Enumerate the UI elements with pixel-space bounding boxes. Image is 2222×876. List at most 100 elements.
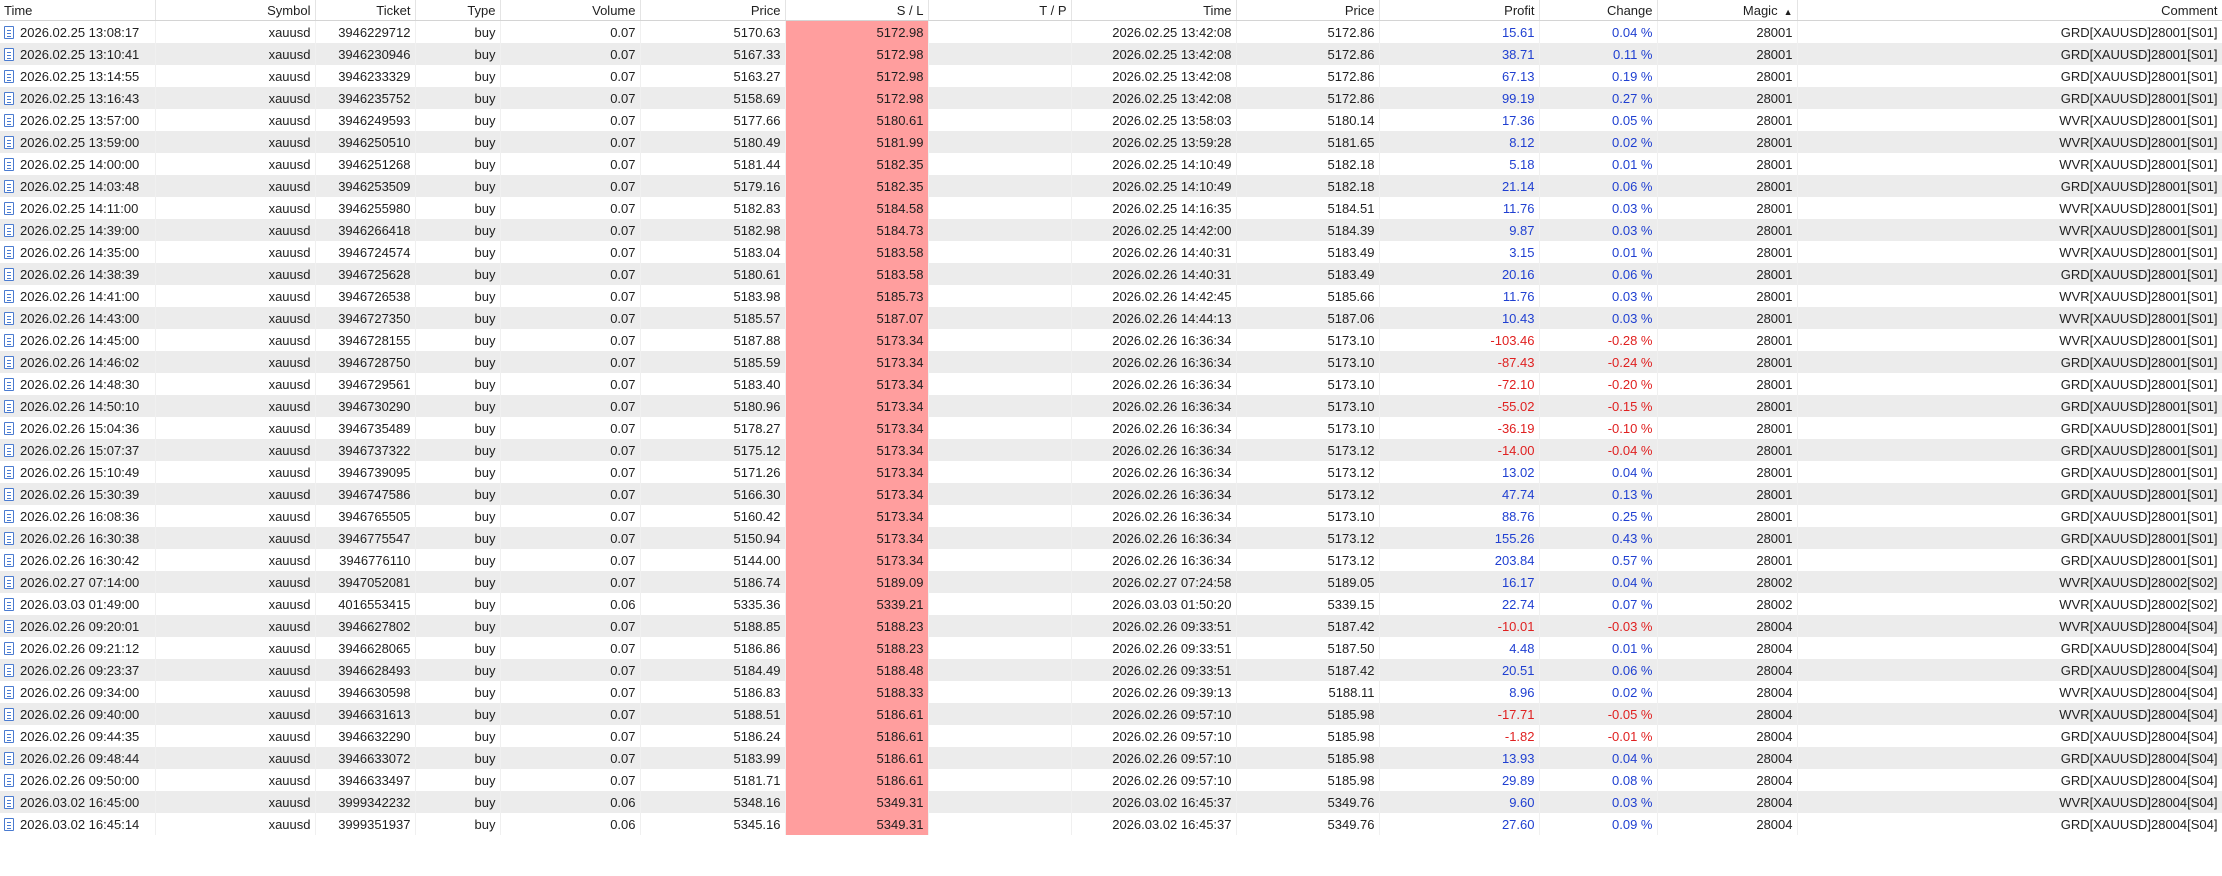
cell-symbol: xauusd	[155, 219, 316, 241]
table-row[interactable]: 2026.02.26 15:10:49 xauusd 3946739095 buy 0.…	[0, 461, 2222, 483]
table-row[interactable]: 2026.02.26 09:48:44 xauusd 3946633072 buy 0.…	[0, 747, 2222, 769]
cell-profit: -72.10	[1379, 373, 1540, 395]
cell-symbol: xauusd	[155, 527, 316, 549]
header-volume[interactable]: Volume	[500, 0, 641, 21]
cell-comment: GRD[XAUUSD]28001[S01]	[1797, 373, 2222, 395]
cell-volume: 0.07	[500, 461, 641, 483]
cell-type: buy	[415, 813, 501, 835]
table-row[interactable]: 2026.02.26 16:30:38 xauusd 3946775547 buy 0.…	[0, 527, 2222, 549]
cell-ticket: 3946728750	[315, 351, 416, 373]
table-row[interactable]: 2026.02.26 09:21:12 xauusd 3946628065 buy 0.…	[0, 637, 2222, 659]
table-row[interactable]: 2026.02.25 14:00:00 xauusd 3946251268 buy 0.…	[0, 153, 2222, 175]
header-sl[interactable]: S / L	[785, 0, 929, 21]
cell-close-time: 2026.02.26 14:44:13	[1071, 307, 1237, 329]
cell-symbol: xauusd	[155, 131, 316, 153]
cell-tp	[928, 549, 1072, 571]
header-tp[interactable]: T / P	[928, 0, 1072, 21]
cell-symbol: xauusd	[155, 109, 316, 131]
table-row[interactable]: 2026.03.03 01:49:00 xauusd 4016553415 buy 0.…	[0, 593, 2222, 615]
cell-close-time: 2026.02.26 16:36:34	[1071, 439, 1237, 461]
header-comment[interactable]: Comment	[1797, 0, 2222, 21]
header-ticket[interactable]: Ticket	[315, 0, 416, 21]
table-row[interactable]: 2026.02.26 14:46:02 xauusd 3946728750 buy 0.…	[0, 351, 2222, 373]
table-row[interactable]: 2026.02.26 14:41:00 xauusd 3946726538 buy 0.…	[0, 285, 2222, 307]
cell-ticket: 3946633497	[315, 769, 416, 791]
cell-volume: 0.07	[500, 329, 641, 351]
table-row[interactable]: 2026.02.26 09:23:37 xauusd 3946628493 buy 0.…	[0, 659, 2222, 681]
table-row[interactable]: 2026.02.25 14:03:48 xauusd 3946253509 buy 0.…	[0, 175, 2222, 197]
table-row[interactable]: 2026.02.26 14:48:30 xauusd 3946729561 buy 0.…	[0, 373, 2222, 395]
table-row[interactable]: 2026.02.26 15:07:37 xauusd 3946737322 buy 0.…	[0, 439, 2222, 461]
table-row[interactable]: 2026.03.02 16:45:14 xauusd 3999351937 buy 0.…	[0, 813, 2222, 835]
cell-profit: 38.71	[1379, 43, 1540, 65]
table-row[interactable]: 2026.02.26 09:34:00 xauusd 3946630598 buy 0.…	[0, 681, 2222, 703]
cell-comment: WVR[XAUUSD]28001[S01]	[1797, 241, 2222, 263]
cell-sl: 5184.73	[785, 219, 929, 241]
table-row[interactable]: 2026.02.26 14:50:10 xauusd 3946730290 buy 0.…	[0, 395, 2222, 417]
table-row[interactable]: 2026.02.25 13:59:00 xauusd 3946250510 buy 0.…	[0, 131, 2222, 153]
cell-sl: 5172.98	[785, 43, 929, 65]
table-row[interactable]: 2026.02.26 14:35:00 xauusd 3946724574 buy 0.…	[0, 241, 2222, 263]
cell-change: 0.03 %	[1539, 307, 1658, 329]
document-icon	[4, 619, 14, 633]
cell-sl: 5180.61	[785, 109, 929, 131]
table-row[interactable]: 2026.02.26 09:44:35 xauusd 3946632290 buy 0.…	[0, 725, 2222, 747]
cell-volume: 0.06	[500, 593, 641, 615]
cell-close-time: 2026.03.02 16:45:37	[1071, 813, 1237, 835]
header-time[interactable]: Time	[0, 0, 156, 21]
table-row[interactable]: 2026.02.26 14:45:00 xauusd 3946728155 buy 0.…	[0, 329, 2222, 351]
cell-type: buy	[415, 197, 501, 219]
cell-type: buy	[415, 571, 501, 593]
table-row[interactable]: 2026.02.26 09:20:01 xauusd 3946627802 buy 0.…	[0, 615, 2222, 637]
cell-comment: GRD[XAUUSD]28001[S01]	[1797, 461, 2222, 483]
table-row[interactable]: 2026.03.02 16:45:00 xauusd 3999342232 buy 0.…	[0, 791, 2222, 813]
table-row[interactable]: 2026.02.25 13:14:55 xauusd 3946233329 buy 0.…	[0, 65, 2222, 87]
table-row[interactable]: 2026.02.26 14:43:00 xauusd 3946727350 buy 0.…	[0, 307, 2222, 329]
table-row[interactable]: 2026.02.27 07:14:00 xauusd 3947052081 buy 0.…	[0, 571, 2222, 593]
cell-price: 5167.33	[640, 43, 786, 65]
table-row[interactable]: 2026.02.26 15:04:36 xauusd 3946735489 buy 0.…	[0, 417, 2222, 439]
cell-close-price: 5173.12	[1236, 483, 1380, 505]
cell-price: 5348.16	[640, 791, 786, 813]
table-row[interactable]: 2026.02.26 16:08:36 xauusd 3946765505 buy 0.…	[0, 505, 2222, 527]
table-row[interactable]: 2026.02.26 09:50:00 xauusd 3946633497 buy 0.…	[0, 769, 2222, 791]
document-icon	[4, 707, 14, 721]
cell-volume: 0.06	[500, 813, 641, 835]
header-change[interactable]: Change	[1539, 0, 1658, 21]
cell-tp	[928, 747, 1072, 769]
cell-close-price: 5185.66	[1236, 285, 1380, 307]
cell-change: 0.06 %	[1539, 659, 1658, 681]
cell-tp	[928, 813, 1072, 835]
document-icon	[4, 751, 14, 765]
table-row[interactable]: 2026.02.25 13:10:41 xauusd 3946230946 buy 0.…	[0, 43, 2222, 65]
header-symbol[interactable]: Symbol	[155, 0, 316, 21]
cell-tp	[928, 395, 1072, 417]
header-type[interactable]: Type	[415, 0, 501, 21]
table-row[interactable]: 2026.02.26 14:38:39 xauusd 3946725628 buy 0.…	[0, 263, 2222, 285]
table-row[interactable]: 2026.02.25 14:11:00 xauusd 3946255980 buy 0.…	[0, 197, 2222, 219]
cell-close-price: 5187.06	[1236, 307, 1380, 329]
cell-sl: 5172.98	[785, 20, 929, 43]
cell-comment: GRD[XAUUSD]28001[S01]	[1797, 65, 2222, 87]
table-row[interactable]: 2026.02.25 14:39:00 xauusd 3946266418 buy 0.…	[0, 219, 2222, 241]
header-close-time[interactable]: Time	[1071, 0, 1237, 21]
cell-close-price: 5183.49	[1236, 263, 1380, 285]
cell-ticket: 3946251268	[315, 153, 416, 175]
header-profit[interactable]: Profit	[1379, 0, 1540, 21]
header-close-price[interactable]: Price	[1236, 0, 1380, 21]
cell-magic: 28002	[1657, 571, 1798, 593]
table-row[interactable]: 2026.02.26 16:30:42 xauusd 3946776110 buy 0.…	[0, 549, 2222, 571]
header-price[interactable]: Price	[640, 0, 786, 21]
header-magic[interactable]: Magic ▲	[1657, 0, 1798, 21]
table-row[interactable]: 2026.02.25 13:16:43 xauusd 3946235752 buy 0.…	[0, 87, 2222, 109]
table-row[interactable]: 2026.02.25 13:08:17 xauusd 3946229712 buy 0.…	[0, 20, 2222, 43]
table-row[interactable]: 2026.02.25 13:57:00 xauusd 3946249593 buy 0.…	[0, 109, 2222, 131]
cell-volume: 0.07	[500, 197, 641, 219]
cell-symbol: xauusd	[155, 791, 316, 813]
cell-close-price: 5173.12	[1236, 461, 1380, 483]
cell-profit: 88.76	[1379, 505, 1540, 527]
table-row[interactable]: 2026.02.26 09:40:00 xauusd 3946631613 buy 0.…	[0, 703, 2222, 725]
open-time-text: 2026.02.26 14:43:00	[20, 310, 140, 326]
table-row[interactable]: 2026.02.26 15:30:39 xauusd 3946747586 buy 0.…	[0, 483, 2222, 505]
document-icon	[4, 641, 14, 655]
